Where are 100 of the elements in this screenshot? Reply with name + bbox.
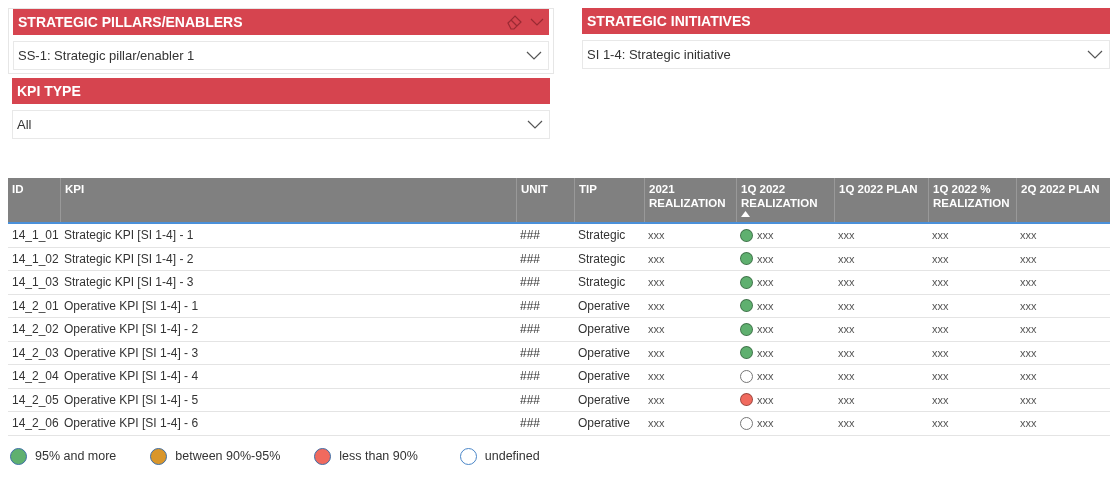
column-header[interactable]: TIP	[574, 178, 644, 222]
table-cell: xxx	[648, 370, 665, 383]
column-header[interactable]: ID	[8, 178, 60, 222]
table-cell: xxx	[648, 276, 665, 289]
table-cell: Operative	[578, 416, 631, 431]
column-header[interactable]: 1Q 2022 PLAN	[834, 178, 928, 222]
table-cell: xxx	[1020, 323, 1037, 336]
table-cell: xxx	[757, 299, 774, 312]
legend-label: between 90%-95%	[175, 449, 281, 463]
column-header[interactable]: 1Q 2022 REALIZATION	[736, 178, 834, 222]
table-cell: xxx	[1020, 276, 1037, 289]
table-cell: xxx	[757, 323, 774, 336]
table-cell: xxx	[932, 417, 949, 430]
table-cell: Operative KPI [SI 1-4] - 1	[64, 298, 199, 313]
table-cell: Operative KPI [SI 1-4] - 4	[64, 369, 199, 384]
chevron-down-icon[interactable]	[530, 18, 544, 26]
table-cell: 14_2_06	[12, 416, 59, 431]
column-header[interactable]: 1Q 2022 % REALIZATION	[928, 178, 1016, 222]
table-cell: xxx	[838, 417, 855, 430]
table-cell: xxx	[648, 417, 665, 430]
table-cell: ###	[520, 228, 541, 243]
table-cell: xxx	[838, 229, 855, 242]
table-cell: xxx	[838, 276, 855, 289]
table-cell: ###	[520, 416, 541, 431]
table-cell: xxx	[648, 323, 665, 336]
column-header[interactable]: 2Q 2022 PLAN	[1016, 178, 1110, 222]
table-cell: xxx	[838, 370, 855, 383]
table-cell: Strategic	[578, 275, 626, 290]
table-cell: xxx	[932, 252, 949, 265]
table-cell: Operative	[578, 322, 631, 337]
table-cell: 14_2_05	[12, 392, 59, 407]
table-cell: xxx	[932, 276, 949, 289]
legend-label: less than 90%	[339, 449, 418, 463]
table-cell: xxx	[932, 299, 949, 312]
table-cell: xxx	[1020, 252, 1037, 265]
table-cell: 14_1_02	[12, 251, 59, 266]
table-cell: xxx	[1020, 417, 1037, 430]
table-cell: 14_1_01	[12, 228, 59, 243]
table-cell: 14_2_01	[12, 298, 59, 313]
chevron-down-icon	[1087, 50, 1103, 59]
table-cell: Strategic KPI [SI 1-4] - 1	[64, 228, 194, 243]
table-cell: Operative KPI [SI 1-4] - 2	[64, 322, 199, 337]
table-cell: ###	[520, 322, 541, 337]
column-header[interactable]: 2021 REALIZATION	[644, 178, 736, 222]
table-cell: 14_2_02	[12, 322, 59, 337]
table-cell: Strategic	[578, 251, 626, 266]
legend-label: 95% and more	[35, 449, 117, 463]
dropdown-field[interactable]: SS-1: Strategic pillar/enabler 1	[13, 41, 549, 70]
table-cell: xxx	[757, 252, 774, 265]
table-cell: xxx	[838, 393, 855, 406]
column-header[interactable]: UNIT	[516, 178, 574, 222]
table-cell: xxx	[1020, 393, 1037, 406]
table-cell: xxx	[838, 252, 855, 265]
table-cell: Operative KPI [SI 1-4] - 6	[64, 416, 199, 431]
table-cell: xxx	[1020, 370, 1037, 383]
table-cell: xxx	[648, 393, 665, 406]
table-cell: xxx	[932, 346, 949, 359]
table-cell: xxx	[648, 229, 665, 242]
table-cell: xxx	[838, 346, 855, 359]
table-cell: xxx	[648, 299, 665, 312]
column-header[interactable]: KPI	[60, 178, 516, 222]
table-cell: xxx	[757, 229, 774, 242]
table-cell: xxx	[1020, 229, 1037, 242]
table-cell: Operative	[578, 345, 631, 360]
legend-label: undefined	[484, 449, 540, 463]
table-cell: xxx	[648, 252, 665, 265]
table-cell: ###	[520, 251, 541, 266]
table-cell: xxx	[932, 229, 949, 242]
table-cell: Strategic KPI [SI 1-4] - 2	[64, 251, 194, 266]
chevron-down-icon	[526, 51, 542, 60]
table-cell: Operative	[578, 369, 631, 384]
table-cell: Strategic	[578, 228, 626, 243]
table-cell: Operative	[578, 298, 631, 313]
table-cell: xxx	[757, 346, 774, 359]
table-cell: ###	[520, 275, 541, 290]
table-cell: xxx	[932, 393, 949, 406]
table-cell: xxx	[932, 370, 949, 383]
table-cell: xxx	[757, 370, 774, 383]
table-cell: xxx	[757, 417, 774, 430]
dropdown-field[interactable]: SI 1-4: Strategic initiative	[582, 40, 1110, 69]
table-cell: ###	[520, 369, 541, 384]
dropdown-field[interactable]: All	[12, 110, 550, 139]
table-cell: 14_2_04	[12, 369, 59, 384]
sort-ascending-icon	[741, 211, 750, 217]
slicer-title: STRATEGIC PILLARS/ENABLERS	[18, 14, 244, 30]
table-cell: Strategic KPI [SI 1-4] - 3	[64, 275, 194, 290]
eraser-icon[interactable]	[506, 14, 524, 30]
slicer-title: STRATEGIC INITIATIVES	[587, 13, 752, 29]
slicer-title: KPI TYPE	[17, 83, 82, 99]
table-cell: xxx	[1020, 346, 1037, 359]
table-cell: ###	[520, 345, 541, 360]
table-cell: Operative	[578, 392, 631, 407]
table-cell: xxx	[757, 393, 774, 406]
table-cell: xxx	[838, 299, 855, 312]
table-cell: xxx	[648, 346, 665, 359]
table-cell: 14_2_03	[12, 345, 59, 360]
table-cell: ###	[520, 392, 541, 407]
table-cell: xxx	[1020, 299, 1037, 312]
table-cell: xxx	[838, 323, 855, 336]
table-cell: 14_1_03	[12, 275, 59, 290]
